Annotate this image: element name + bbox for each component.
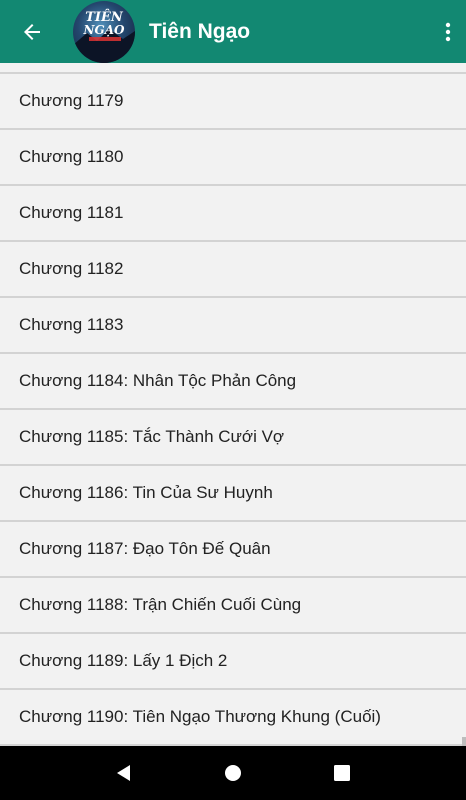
circle-home-icon xyxy=(224,765,241,781)
app-bar: TIÊN NGẠO Tiên Ngạo xyxy=(0,0,466,63)
chapter-item[interactable]: Chương 1181 xyxy=(0,186,466,242)
avatar: TIÊN NGẠO xyxy=(73,0,135,63)
avatar-text-bottom: NGẠO xyxy=(83,23,126,37)
triangle-back-icon xyxy=(117,765,131,781)
chapter-item[interactable]: Chương 1179 xyxy=(0,74,466,130)
chapter-item[interactable]: Chương 1186: Tin Của Sư Huynh xyxy=(0,466,466,522)
nav-back-button[interactable] xyxy=(104,753,144,793)
chapter-item[interactable]: Chương 1184: Nhân Tộc Phản Công xyxy=(0,354,466,410)
nav-recents-button[interactable] xyxy=(322,753,362,793)
chapter-item[interactable]: Chương 1188: Trận Chiến Cuối Cùng xyxy=(0,578,466,634)
scrollbar[interactable] xyxy=(462,737,466,746)
chapter-item[interactable]: Chương 1180 xyxy=(0,130,466,186)
chapter-item[interactable]: Chương 1182 xyxy=(0,242,466,298)
chapter-item[interactable]: Chương 1183 xyxy=(0,298,466,354)
chapter-item[interactable]: Chương 1185: Tắc Thành Cưới Vợ xyxy=(0,410,466,466)
system-nav-bar xyxy=(0,746,466,800)
back-button[interactable] xyxy=(0,0,63,63)
more-vert-icon xyxy=(445,22,451,41)
overflow-menu-button[interactable] xyxy=(430,0,466,63)
chapter-item[interactable]: Chương 1190: Tiên Ngạo Thương Khung (Cuố… xyxy=(0,690,466,746)
chapter-list[interactable]: Chương 1179 Chương 1180 Chương 1181 Chươ… xyxy=(0,63,466,746)
chapter-item[interactable]: Chương 1189: Lấy 1 Địch 2 xyxy=(0,634,466,690)
nav-home-button[interactable] xyxy=(213,753,253,793)
arrow-left-icon xyxy=(23,23,40,40)
square-recents-icon xyxy=(333,765,350,781)
page-title: Tiên Ngạo xyxy=(149,19,251,43)
chapter-item[interactable]: Chương 1187: Đạo Tôn Đế Quân xyxy=(0,522,466,578)
